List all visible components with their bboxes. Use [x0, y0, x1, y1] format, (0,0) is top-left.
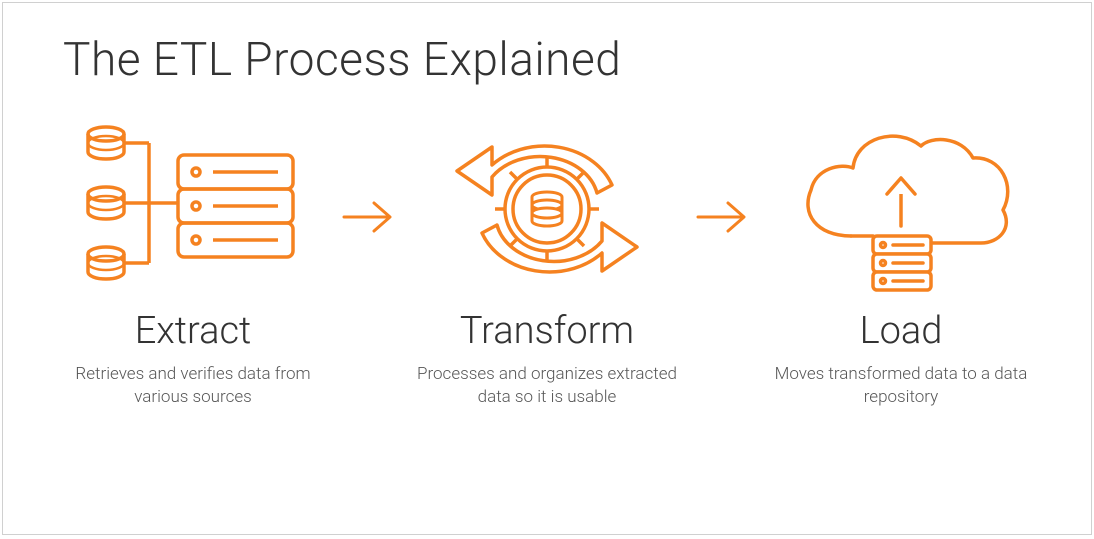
arrow-transform-to-load	[689, 122, 759, 312]
load-cloud-icon	[771, 115, 1031, 305]
diagram-frame: The ETL Process Explained	[2, 2, 1092, 535]
step-load: Load Moves transformed data to a data re…	[771, 115, 1031, 409]
step-extract-title: Extract	[135, 309, 252, 353]
step-extract-desc: Retrieves and verifies data from various…	[63, 363, 323, 409]
extract-sources-icon	[63, 115, 323, 305]
step-load-title: Load	[860, 309, 943, 353]
step-transform: Transform Processes and organizes extrac…	[417, 115, 677, 409]
step-transform-title: Transform	[460, 309, 634, 353]
steps-row: Extract Retrieves and verifies data from…	[63, 115, 1031, 409]
arrow-extract-to-transform	[335, 122, 405, 312]
step-extract: Extract Retrieves and verifies data from…	[63, 115, 323, 409]
diagram-title: The ETL Process Explained	[63, 33, 1031, 87]
step-load-desc: Moves transformed data to a data reposit…	[771, 363, 1031, 409]
transform-gear-icon	[417, 115, 677, 305]
step-transform-desc: Processes and organizes extracted data s…	[417, 363, 677, 409]
